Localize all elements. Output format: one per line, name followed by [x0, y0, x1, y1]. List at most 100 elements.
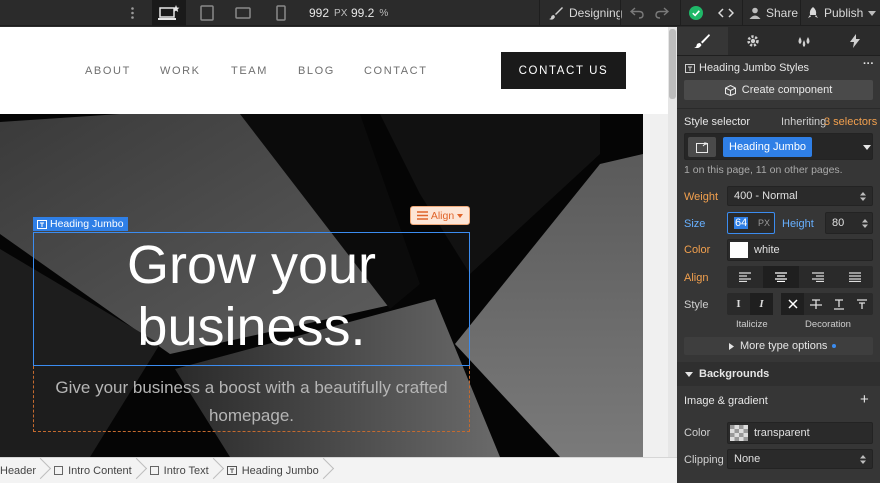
size-input[interactable]: 64 PX [727, 212, 775, 234]
share-button[interactable]: Share [749, 0, 798, 26]
create-component-button[interactable]: Create component [684, 80, 873, 100]
code-export-button[interactable] [718, 0, 734, 26]
brush-icon [549, 7, 563, 20]
redo-button[interactable] [655, 0, 669, 26]
overline-button[interactable] [850, 293, 873, 315]
bg-color-value: transparent [754, 427, 810, 439]
scrollbar-thumb[interactable] [669, 29, 676, 99]
more-type-options-toggle[interactable]: More type options [684, 337, 873, 355]
hero-subheading[interactable]: Give your business a boost with a beauti… [33, 374, 470, 430]
bg-color-field[interactable]: transparent [727, 422, 873, 444]
color-swatch[interactable] [730, 242, 748, 258]
mode-switcher[interactable]: Designing [549, 0, 622, 26]
size-label: Size [684, 218, 706, 230]
contact-us-button[interactable]: CONTACT US [501, 52, 626, 89]
hero-heading[interactable]: Grow your business. [33, 234, 470, 358]
decoration-none-button[interactable] [781, 293, 804, 315]
more-options-icon[interactable]: ··· [863, 58, 874, 70]
select-arrows-icon [860, 192, 866, 201]
chevron-down-icon [685, 371, 693, 377]
nav-link-work[interactable]: WORK [160, 65, 201, 77]
zoom-unit: % [379, 7, 389, 19]
overline-icon [856, 298, 867, 309]
align-quick-button[interactable]: Align [410, 206, 470, 225]
heading-element-icon [685, 64, 695, 73]
size-unit: PX [757, 218, 770, 228]
chevron-down-icon[interactable] [863, 145, 871, 150]
line-height-label: Height [782, 218, 814, 230]
styles-header-title: Heading Jumbo Styles [699, 62, 810, 74]
site-navbar: ABOUT WORK TEAM BLOG CONTACT CONTACT US [0, 27, 668, 114]
line-height-input[interactable]: 80 [825, 212, 873, 234]
transparent-checker-swatch[interactable] [730, 425, 748, 441]
breadcrumb-item-intro-text[interactable]: Intro Text [140, 458, 217, 483]
backgrounds-title: Backgrounds [699, 368, 770, 380]
backgrounds-section-header[interactable]: Backgrounds [677, 362, 880, 386]
redo-icon [655, 7, 669, 19]
publish-button[interactable]: Publish [807, 0, 877, 26]
desktop-breakpoint-button[interactable] [152, 0, 186, 26]
clipping-select[interactable]: None [727, 449, 873, 469]
color-value: white [754, 244, 780, 256]
align-left-icon [739, 272, 751, 282]
check-circle-icon [689, 6, 703, 20]
strikethrough-button[interactable] [804, 293, 827, 315]
align-left-button[interactable] [727, 266, 763, 288]
breadcrumb-item-header[interactable]: Header [0, 458, 44, 483]
selected-element-label: Heading Jumbo [50, 218, 124, 230]
panel-tabs [677, 27, 880, 56]
nav-link-about[interactable]: ABOUT [85, 65, 131, 77]
tablet-icon [200, 5, 214, 21]
align-lines-icon [416, 211, 428, 220]
align-center-button[interactable] [763, 266, 799, 288]
status-check-button[interactable] [689, 0, 703, 26]
undo-button[interactable] [630, 0, 644, 26]
align-justify-button[interactable] [836, 266, 873, 288]
image-gradient-label: Image & gradient [684, 395, 768, 407]
color-field[interactable]: white [727, 239, 873, 261]
selected-element-tag[interactable]: Heading Jumbo [33, 217, 128, 231]
style-label: Style [684, 299, 709, 311]
italic-control: I I [727, 293, 773, 315]
tab-style[interactable] [677, 27, 728, 55]
align-quick-label: Align [430, 209, 455, 222]
select-arrows-icon [860, 455, 866, 464]
nav-link-blog[interactable]: BLOG [298, 65, 335, 77]
italic-button[interactable]: I [750, 293, 773, 315]
rocket-icon [808, 7, 818, 18]
selector-field[interactable]: Heading Jumbo [684, 133, 873, 160]
align-right-button[interactable] [799, 266, 836, 288]
desktop-star-icon [158, 5, 180, 20]
canvas-width-unit: PX [334, 7, 348, 19]
more-vertical-icon[interactable] [125, 0, 139, 26]
canvas-scrollbar[interactable] [668, 27, 677, 457]
breadcrumb-label: Header [0, 464, 37, 477]
align-center-icon [775, 272, 787, 282]
selector-element-icon[interactable] [688, 137, 716, 157]
inheriting-count-link[interactable]: 3 selectors [824, 116, 877, 128]
top-toolbar: 992 PX 99.2 % Designing Share Publish [0, 0, 880, 26]
roman-button[interactable]: I [727, 293, 750, 315]
chevron-right-icon [729, 343, 734, 350]
tab-interactions[interactable] [829, 27, 880, 55]
publish-label: Publish [824, 6, 864, 20]
selector-chip[interactable]: Heading Jumbo [723, 137, 813, 157]
mobile-landscape-breakpoint-button[interactable] [226, 0, 260, 26]
nav-link-team[interactable]: TEAM [231, 65, 268, 77]
breadcrumb-item-heading-jumbo[interactable]: Heading Jumbo [217, 458, 327, 483]
tab-style-manager[interactable] [779, 27, 830, 55]
add-icon[interactable]: + [860, 391, 869, 408]
tablet-breakpoint-button[interactable] [190, 0, 224, 26]
weight-select[interactable]: 400 - Normal [727, 186, 873, 206]
lightning-icon [849, 34, 860, 48]
style-selector-label: Style selector [684, 116, 751, 128]
gear-icon [747, 35, 759, 47]
underline-button[interactable] [827, 293, 850, 315]
mobile-portrait-breakpoint-button[interactable] [264, 0, 298, 26]
nav-link-contact[interactable]: CONTACT [364, 65, 428, 77]
breadcrumb-item-intro-content[interactable]: Intro Content [44, 458, 140, 483]
div-block-icon [149, 466, 159, 475]
tab-settings[interactable] [728, 27, 779, 55]
undo-icon [630, 7, 644, 19]
decoration-caption: Decoration [805, 319, 851, 330]
